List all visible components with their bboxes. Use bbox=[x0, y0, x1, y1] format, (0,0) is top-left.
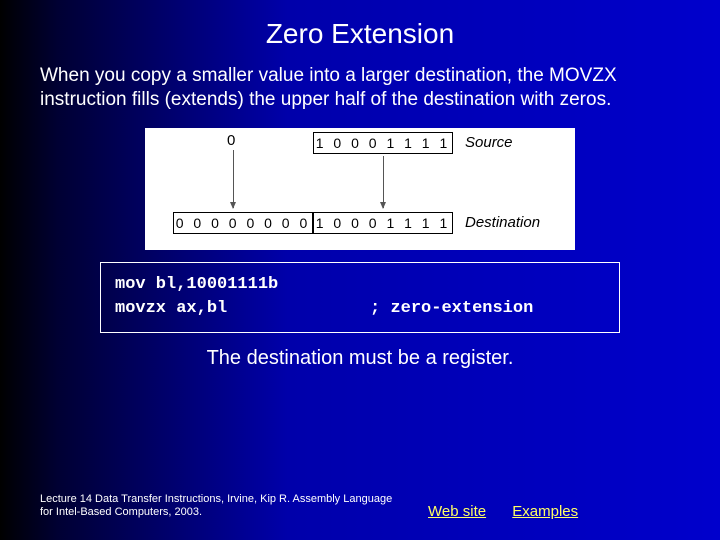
footer-links: Web site Examples bbox=[428, 503, 600, 520]
zero-extension-diagram: 0 1 0 0 0 1 1 1 1 Source 0 0 0 0 0 0 0 0… bbox=[145, 128, 575, 250]
footer: Lecture 14 Data Transfer Instructions, I… bbox=[40, 493, 680, 521]
source-label: Source bbox=[465, 134, 513, 151]
source-bits-box: 1 0 0 0 1 1 1 1 bbox=[313, 132, 453, 154]
arrow-icon bbox=[233, 150, 234, 208]
note-text: The destination must be a register. bbox=[0, 347, 720, 370]
body-paragraph: When you copy a smaller value into a lar… bbox=[0, 64, 720, 122]
examples-link[interactable]: Examples bbox=[512, 503, 578, 520]
code-line-2-comment: ; zero-extension bbox=[370, 299, 533, 318]
footer-citation: Lecture 14 Data Transfer Instructions, I… bbox=[40, 493, 400, 521]
code-example: mov bl,10001111b movzx ax,bl ; zero-exte… bbox=[100, 262, 620, 333]
destination-label: Destination bbox=[465, 214, 540, 231]
dest-low-bits-box: 1 0 0 0 1 1 1 1 bbox=[313, 212, 453, 234]
zero-value: 0 bbox=[227, 132, 235, 149]
dest-high-bits-box: 0 0 0 0 0 0 0 0 bbox=[173, 212, 313, 234]
code-line-2-instr: movzx ax,bl bbox=[115, 299, 227, 318]
website-link[interactable]: Web site bbox=[428, 503, 486, 520]
slide-title: Zero Extension bbox=[0, 0, 720, 64]
code-line-1: mov bl,10001111b bbox=[115, 275, 278, 294]
arrow-icon bbox=[383, 156, 384, 208]
